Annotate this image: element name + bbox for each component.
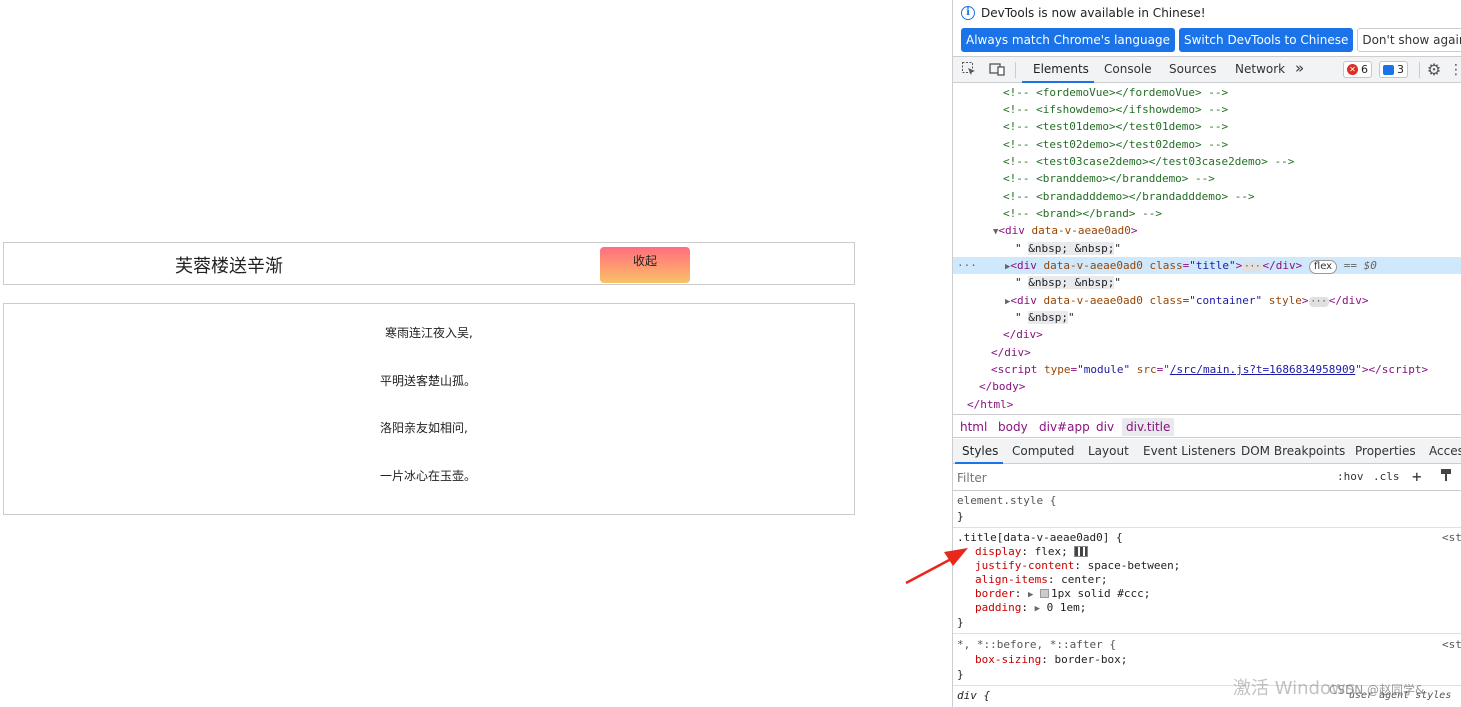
settings-gear-icon[interactable]: ⚙ [1425, 61, 1443, 79]
flex-badge[interactable]: flex [1308, 260, 1338, 274]
dom-comment[interactable]: <!-- <brandadddemo></brandadddemo> --> [1003, 188, 1255, 205]
dom-comment[interactable]: <!-- <ifshowdemo></ifshowdemo> --> [1003, 101, 1228, 118]
dom-node-container[interactable]: ▶<div data-v-aeae0ad0 class="container" … [1005, 292, 1369, 309]
dom-node-selected[interactable]: ··· ▶<div data-v-aeae0ad0 class="title">… [953, 257, 1461, 274]
style-source-link[interactable]: <st [1442, 638, 1461, 651]
dont-show-again-button[interactable]: Don't show again [1357, 28, 1461, 52]
poem-line-1: 寒雨连江夜入吴, [385, 326, 473, 340]
dom-comment[interactable]: <!-- <branddemo></branddemo> --> [1003, 170, 1215, 187]
ellipsis-icon[interactable]: ··· [1242, 262, 1263, 272]
error-count-badge[interactable]: ✕ 6 [1343, 61, 1372, 78]
script-src-link[interactable]: /src/main.js?t=1686834958909 [1170, 363, 1355, 376]
styles-filter-row: :hov .cls + [953, 465, 1461, 491]
css-declaration[interactable]: align-items: center; [975, 573, 1107, 587]
tab-elements[interactable]: Elements [1033, 62, 1089, 76]
crumb-div[interactable]: div [1092, 418, 1118, 436]
title-rule-selector[interactable]: .title[data-v-aeae0ad0] { [957, 531, 1123, 545]
info-icon: i [961, 6, 975, 20]
dom-text-node[interactable]: " &nbsp;" [1015, 309, 1075, 326]
dom-tree: <!-- <fordemoVue></fordemoVue> --> <!-- … [953, 84, 1461, 413]
tab-console[interactable]: Console [1104, 62, 1152, 76]
dom-comment[interactable]: <!-- <fordemoVue></fordemoVue> --> [1003, 84, 1228, 101]
devtools-panel: i DevTools is now available in Chinese! … [952, 0, 1461, 707]
selected-marker: == $0 [1343, 259, 1377, 272]
csdn-watermark: CSDN @赵同学& [1329, 683, 1425, 697]
message-count: 3 [1397, 63, 1404, 76]
style-source-link[interactable]: <st [1442, 531, 1461, 544]
div-rule-selector[interactable]: div { [957, 689, 990, 703]
poem-title: 芙蓉楼送辛渐 [175, 256, 283, 277]
color-swatch[interactable] [1040, 589, 1050, 598]
language-infobar: i DevTools is now available in Chinese! [961, 4, 1206, 22]
dom-comment[interactable]: <!-- <test02demo></test02demo> --> [1003, 136, 1228, 153]
dom-comment[interactable]: <!-- <test01demo></test01demo> --> [1003, 118, 1228, 135]
crumb-div-app[interactable]: div#app [1035, 418, 1094, 436]
dom-close-div[interactable]: </div> [1003, 326, 1043, 343]
collapse-button[interactable]: 收起 [600, 247, 690, 283]
poem-line-3: 洛阳亲友如相问, [380, 421, 468, 435]
webpage-viewport: 芙蓉楼送辛渐 收起 寒雨连江夜入吴, 平明送客楚山孤。 洛阳亲友如相问, 一片冰… [0, 0, 952, 707]
crumb-html[interactable]: html [956, 418, 991, 436]
dom-close-body[interactable]: </body> [979, 378, 1025, 395]
css-declaration[interactable]: display: flex; [975, 545, 1089, 559]
css-declaration[interactable]: box-sizing: border-box; [975, 653, 1127, 667]
more-options-icon[interactable]: ⋮ [1447, 61, 1461, 79]
dom-text-node[interactable]: " &nbsp; &nbsp;" [1015, 274, 1121, 291]
add-rule-icon[interactable]: + [1412, 467, 1422, 486]
subtab-dom-breakpoints[interactable]: DOM Breakpoints [1241, 444, 1345, 458]
message-count-badge[interactable]: 3 [1379, 61, 1408, 78]
close-brace: } [957, 510, 964, 523]
subtab-accessibility[interactable]: Accessibility [1429, 444, 1461, 458]
dom-text-node[interactable]: " &nbsp; &nbsp;" [1015, 240, 1121, 257]
subtab-properties[interactable]: Properties [1355, 444, 1416, 458]
error-icon: ✕ [1347, 64, 1358, 75]
match-language-button[interactable]: Always match Chrome's language [961, 28, 1175, 52]
close-brace: } [957, 616, 964, 629]
poem-line-4: 一片冰心在玉壶。 [380, 469, 477, 483]
inspect-element-icon[interactable] [960, 61, 978, 79]
dom-close-html[interactable]: </html> [967, 396, 1013, 413]
dom-node-div[interactable]: ▼<div data-v-aeae0ad0> [993, 222, 1138, 239]
styles-pane: element.style { } .title[data-v-aeae0ad0… [953, 492, 1461, 707]
device-toolbar-icon[interactable] [988, 61, 1006, 79]
dom-close-div[interactable]: </div> [991, 344, 1031, 361]
tab-network[interactable]: Network [1235, 62, 1285, 76]
styles-subtabs: Styles Computed Layout Event Listeners D… [953, 439, 1461, 464]
styles-filter-input[interactable] [957, 468, 1327, 488]
more-tabs-icon[interactable]: » [1295, 59, 1304, 77]
message-icon [1383, 64, 1394, 75]
tab-sources[interactable]: Sources [1169, 62, 1216, 76]
universal-rule-selector[interactable]: *, *::before, *::after { [957, 638, 1116, 652]
css-declaration[interactable]: border: ▶ 1px solid #ccc; [975, 587, 1150, 601]
title-bar: 芙蓉楼送辛渐 收起 [3, 242, 855, 285]
subtab-layout[interactable]: Layout [1088, 444, 1129, 458]
dom-comment[interactable]: <!-- <test03case2demo></test03case2demo>… [1003, 153, 1294, 170]
error-count: 6 [1361, 63, 1368, 76]
subtab-styles[interactable]: Styles [962, 444, 998, 458]
dom-node-script[interactable]: <script type="module" src="/src/main.js?… [991, 361, 1428, 378]
hov-toggle[interactable]: :hov [1337, 470, 1364, 483]
close-brace: } [957, 668, 964, 681]
switch-chinese-button[interactable]: Switch DevTools to Chinese [1178, 28, 1354, 52]
subtab-computed[interactable]: Computed [1012, 444, 1074, 458]
crumb-body[interactable]: body [994, 418, 1032, 436]
devtools-tabbar: Elements Console Sources Network » ✕ 6 3… [953, 56, 1461, 83]
dom-comment[interactable]: <!-- <brand></brand> --> [1003, 205, 1162, 222]
infobar-text: DevTools is now available in Chinese! [981, 6, 1206, 20]
css-declaration[interactable]: padding: ▶ 0 1em; [975, 601, 1086, 615]
subtab-event-listeners[interactable]: Event Listeners [1143, 444, 1236, 458]
paint-format-icon[interactable] [1439, 468, 1453, 485]
css-declaration[interactable]: justify-content: space-between; [975, 559, 1180, 573]
cls-toggle[interactable]: .cls [1373, 470, 1400, 483]
poem-container: 寒雨连江夜入吴, 平明送客楚山孤。 洛阳亲友如相问, 一片冰心在玉壶。 [3, 303, 855, 515]
element-style-selector[interactable]: element.style { [957, 494, 1056, 508]
poem-line-2: 平明送客楚山孤。 [380, 374, 477, 388]
ellipsis-icon[interactable]: ··· [1308, 297, 1329, 307]
crumb-div-title[interactable]: div.title [1122, 418, 1175, 436]
breadcrumb: html body div#app div div.title [953, 414, 1461, 438]
flexbox-editor-icon[interactable] [1074, 546, 1089, 557]
infobar-buttons: Always match Chrome's language Switch De… [961, 28, 1461, 52]
